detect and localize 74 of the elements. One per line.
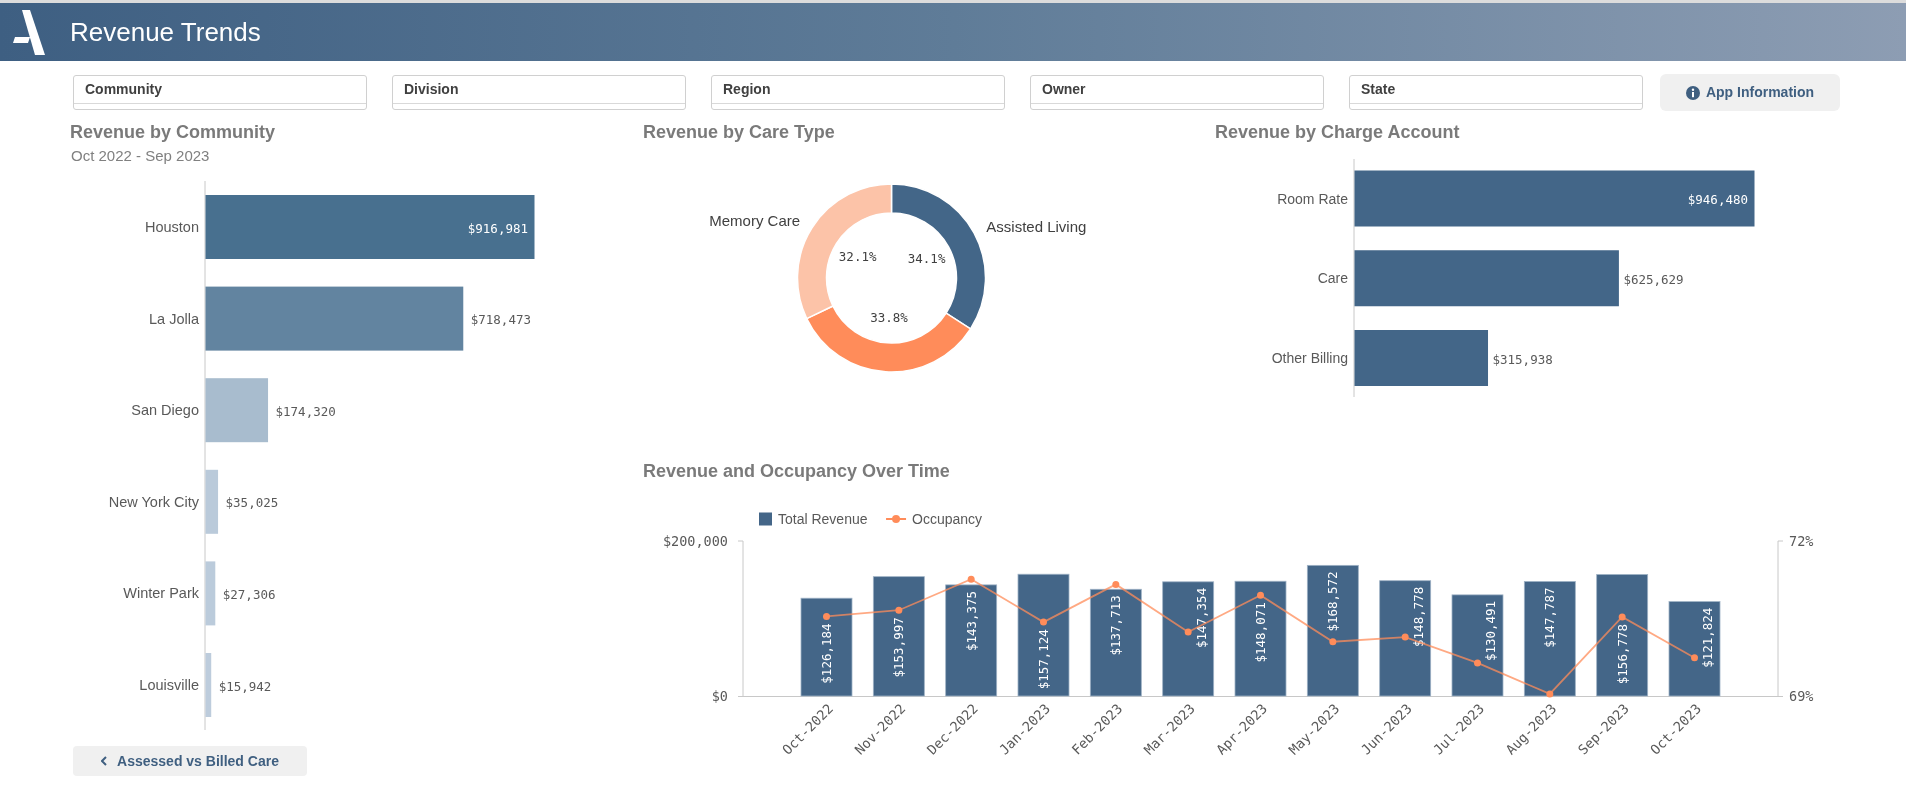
category-label: Winter Park [123, 585, 199, 602]
bar-value-label: $153,997 [891, 617, 907, 678]
revenue-bar [205, 653, 212, 717]
value-label: $15,942 [218, 678, 272, 694]
category-label: New York City [108, 493, 199, 510]
axis-label: $200,000 [662, 533, 728, 549]
revenue-bar [205, 561, 216, 626]
bar-value-label: $137,713 [1108, 595, 1124, 656]
filter-box[interactable]: Community [73, 75, 367, 110]
chart-subtitle: Oct 2022 - Sep 2023 [71, 146, 210, 166]
category-label: San Diego [131, 402, 199, 419]
occupancy-point [1040, 618, 1047, 626]
value-label: $946,480 [1687, 192, 1748, 207]
axis-label: 69% [1789, 688, 1814, 704]
value-label: $625,629 [1623, 271, 1684, 287]
revenue-bar [205, 378, 269, 443]
axis-label: $0 [711, 688, 728, 704]
value-label: $174,320 [275, 403, 336, 419]
bar-value-label: $147,787 [1542, 587, 1558, 648]
sheet-nav-button[interactable]: Assessed vs Billed Care [73, 746, 307, 776]
legend-label: Occupancy [912, 511, 983, 527]
info-icon [1685, 85, 1700, 100]
value-label: $27,306 [222, 586, 276, 602]
occupancy-point [1474, 659, 1481, 667]
bar-value-label: $147,354 [1193, 587, 1209, 648]
occupancy-point [1184, 628, 1192, 636]
category-label: Louisville [139, 677, 199, 693]
slice-label: Memory Care [709, 211, 801, 229]
occupancy-point [1401, 633, 1409, 641]
occupancy-point [895, 606, 903, 614]
bar-value-label: $148,071 [1253, 602, 1268, 663]
filter-box[interactable]: Owner [1030, 75, 1324, 110]
occupancy-point [1618, 613, 1626, 621]
chart-title: Revenue by Charge Account [1215, 121, 1460, 143]
slice-label: Assisted Living [986, 217, 1087, 235]
app-information-button[interactable]: App Information [1660, 74, 1840, 111]
value-label: $718,473 [470, 312, 531, 328]
percent-label: 33.8% [870, 310, 908, 326]
occupancy-point [1546, 690, 1554, 698]
occupancy-point [967, 575, 975, 583]
bar-value-label: $121,824 [1700, 607, 1715, 668]
logo-icon [13, 9, 45, 55]
bar-value-label: $156,778 [1614, 623, 1630, 685]
legend-label: Total Revenue [778, 511, 868, 527]
value-label: $35,025 [225, 495, 279, 511]
value-label: $916,981 [467, 220, 528, 236]
category-label: Houston [145, 219, 199, 235]
app-title: Revenue Trends [70, 16, 261, 48]
chart-title: Revenue by Care Type [643, 121, 835, 143]
axis-label: 72% [1789, 533, 1814, 549]
value-label: $315,938 [1492, 351, 1553, 367]
bar-value-label: $130,491 [1483, 600, 1498, 662]
category-label: Other Billing [1271, 350, 1348, 366]
filter-box[interactable]: Region [711, 75, 1005, 110]
occupancy-point [1112, 580, 1120, 588]
bar-value-label: $157,124 [1036, 629, 1051, 690]
bar-value-label: $126,184 [819, 623, 834, 684]
occupancy-point [823, 612, 830, 620]
category-label: Care [1317, 270, 1348, 287]
chart-title: Revenue by Community [70, 121, 276, 143]
bar-value-label: $143,375 [963, 590, 979, 652]
bar-value-label: $148,778 [1410, 586, 1426, 647]
occupancy-point [1329, 638, 1337, 646]
chevron-left-icon [101, 756, 108, 766]
percent-label: 34.1% [907, 251, 946, 267]
filter-box[interactable]: State [1349, 75, 1643, 110]
occupancy-point [1691, 654, 1698, 662]
filter-box[interactable]: Division [392, 75, 686, 110]
category-label: Room Rate [1277, 190, 1348, 207]
percent-label: 32.1% [838, 249, 877, 265]
bar-value-label: $168,572 [1325, 571, 1341, 632]
occupancy-point [1257, 591, 1264, 599]
category-label: La Jolla [149, 310, 199, 327]
chart-title: Revenue and Occupancy Over Time [643, 460, 950, 482]
